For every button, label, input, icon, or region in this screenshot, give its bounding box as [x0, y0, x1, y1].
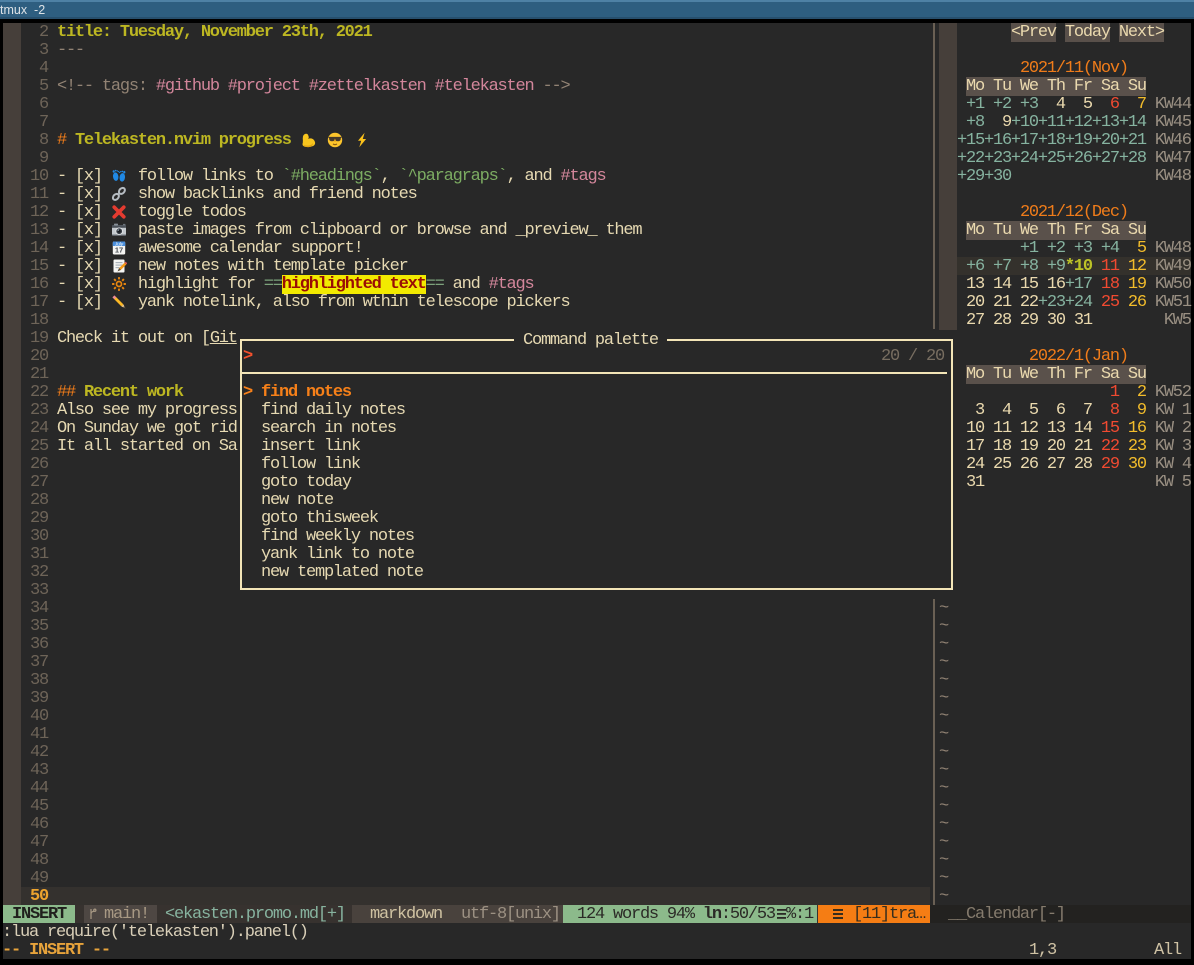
svg-text:17: 17: [115, 246, 123, 255]
